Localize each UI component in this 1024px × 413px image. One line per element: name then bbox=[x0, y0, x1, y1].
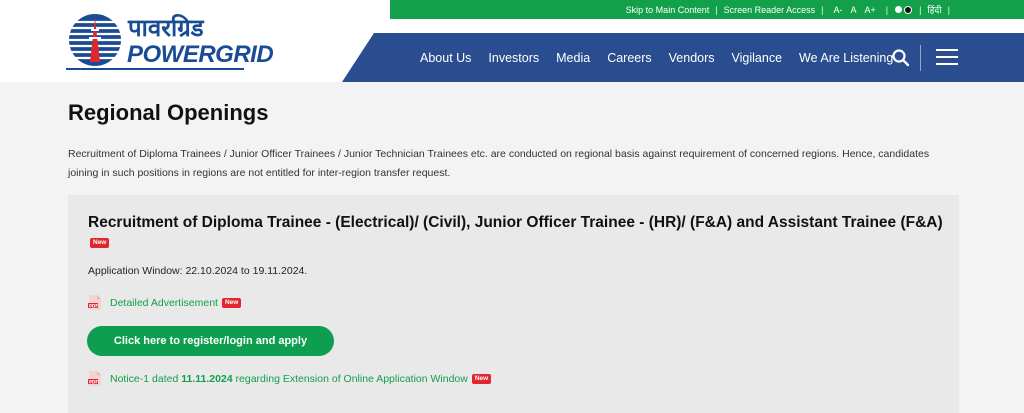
intro-paragraph: Recruitment of Diploma Trainees / Junior… bbox=[68, 148, 930, 179]
main-navbar: About Us Investors Media Careers Vendors… bbox=[374, 33, 1024, 82]
nav-item-media[interactable]: Media bbox=[556, 51, 590, 65]
nav-item-vendors[interactable]: Vendors bbox=[669, 51, 715, 65]
nav-divider bbox=[920, 45, 921, 71]
logo-hindi-text: पावरग्रिड bbox=[128, 14, 204, 42]
recruitment-title-text: Recruitment of Diploma Trainee - (Electr… bbox=[88, 214, 943, 231]
page-title: Regional Openings bbox=[68, 100, 269, 125]
nav-item-investors[interactable]: Investors bbox=[488, 51, 539, 65]
nav-item-about-us[interactable]: About Us bbox=[420, 51, 471, 65]
svg-text:PDF: PDF bbox=[89, 303, 98, 308]
nav-item-careers[interactable]: Careers bbox=[607, 51, 651, 65]
separator: | bbox=[821, 4, 824, 15]
skip-to-main-link[interactable]: Skip to Main Content bbox=[626, 5, 710, 15]
logo-english-text: POWERGRID bbox=[127, 41, 274, 68]
font-increase-button[interactable]: A+ bbox=[864, 5, 875, 15]
detailed-advertisement-row[interactable]: PDF Detailed Advertisement New bbox=[88, 295, 242, 310]
nav-item-vigilance[interactable]: Vigilance bbox=[732, 51, 783, 65]
notice-row[interactable]: PDF Notice-1 dated 11.11.2024 regarding … bbox=[88, 371, 492, 386]
pdf-icon: PDF bbox=[88, 371, 101, 386]
recruitment-card: Recruitment of Diploma Trainee - (Electr… bbox=[68, 195, 959, 413]
hamburger-menu-icon[interactable] bbox=[936, 49, 958, 67]
utility-bar: Skip to Main Content | Screen Reader Acc… bbox=[390, 0, 1024, 19]
dark-contrast-icon[interactable] bbox=[904, 5, 913, 14]
detailed-advertisement-link[interactable]: Detailed Advertisement bbox=[110, 297, 218, 309]
separator: | bbox=[885, 4, 889, 15]
language-switch-link[interactable]: हिंदी bbox=[927, 3, 941, 16]
light-contrast-icon[interactable] bbox=[895, 6, 903, 13]
font-normal-button[interactable]: A bbox=[850, 5, 856, 15]
nav-item-we-are-listening[interactable]: We Are Listening bbox=[799, 51, 893, 65]
recruitment-title: Recruitment of Diploma Trainee - (Electr… bbox=[88, 213, 948, 253]
powergrid-logo[interactable]: पावरग्रिड POWERGRID bbox=[66, 11, 274, 71]
utility-links: Skip to Main Content | Screen Reader Acc… bbox=[626, 3, 956, 17]
new-badge: New bbox=[221, 297, 242, 308]
new-badge: New bbox=[471, 373, 492, 384]
pdf-icon: PDF bbox=[88, 295, 101, 310]
nav-menu-items: About Us Investors Media Careers Vendors… bbox=[420, 33, 910, 82]
separator: | bbox=[947, 4, 950, 15]
powergrid-globe-icon bbox=[69, 14, 121, 66]
application-window-text: Application Window: 22.10.2024 to 19.11.… bbox=[88, 265, 308, 277]
notice-link[interactable]: Notice-1 dated 11.11.2024 regarding Exte… bbox=[110, 373, 468, 385]
site-header: पावरग्रिड POWERGRID Skip to Main Content… bbox=[0, 0, 1024, 82]
logo-underline bbox=[66, 68, 244, 70]
notice-suffix: regarding Extension of Online Applicatio… bbox=[232, 372, 468, 385]
navbar-slant bbox=[342, 33, 374, 82]
search-icon[interactable] bbox=[891, 48, 911, 68]
new-badge: New bbox=[90, 237, 110, 248]
svg-text:PDF: PDF bbox=[89, 379, 98, 384]
separator: | bbox=[715, 4, 718, 15]
notice-date: 11.11.2024 bbox=[181, 372, 233, 385]
separator: | bbox=[919, 4, 922, 15]
screen-reader-link[interactable]: Screen Reader Access bbox=[724, 5, 816, 15]
notice-prefix: Notice-1 dated bbox=[110, 372, 182, 385]
font-decrease-button[interactable]: A- bbox=[833, 5, 842, 15]
register-apply-button[interactable]: Click here to register/login and apply bbox=[87, 326, 334, 356]
